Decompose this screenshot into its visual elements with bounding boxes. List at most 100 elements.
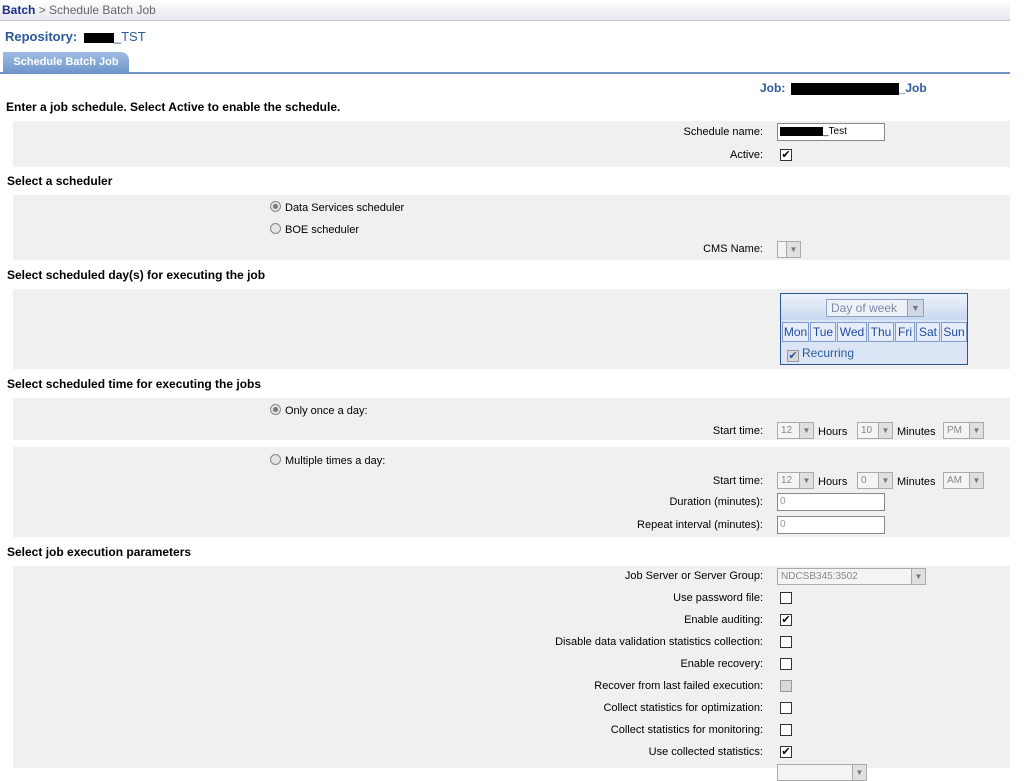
multiple-times-label: Multiple times a day: bbox=[285, 455, 386, 467]
active-checkbox[interactable]: ✔ bbox=[780, 149, 792, 161]
job-info: Job: _Job bbox=[760, 81, 927, 95]
recurring-label: Recurring bbox=[802, 346, 855, 360]
day-of-week-value: Day of week bbox=[831, 301, 898, 315]
multi-ampm-select[interactable]: AM ▼ bbox=[943, 472, 984, 489]
repository-label: Repository: bbox=[5, 29, 78, 44]
disable-validation-stats-checkbox[interactable] bbox=[780, 636, 792, 648]
multiple-times-radio[interactable] bbox=[270, 454, 281, 465]
once-hours-value: 12 bbox=[781, 425, 793, 436]
enable-auditing-label: Enable auditing: bbox=[684, 614, 763, 626]
chevron-down-icon: ▼ bbox=[969, 473, 983, 488]
job-server-select[interactable]: NDCSB345:3502 ▼ bbox=[777, 568, 926, 585]
repeat-interval-label: Repeat interval (minutes): bbox=[637, 519, 763, 531]
multi-minutes-value: 0 bbox=[861, 475, 867, 486]
use-password-file-checkbox[interactable] bbox=[780, 592, 792, 604]
once-ampm-select[interactable]: PM ▼ bbox=[943, 422, 984, 439]
recurring-option: ✔ Recurring bbox=[787, 346, 854, 362]
enable-recovery-label: Enable recovery: bbox=[680, 658, 763, 670]
chevron-down-icon: ▼ bbox=[799, 473, 813, 488]
day-fri[interactable]: Fri bbox=[895, 322, 915, 342]
boe-scheduler-radio[interactable] bbox=[270, 223, 281, 234]
once-minutes-select[interactable]: 10 ▼ bbox=[857, 422, 893, 439]
day-of-week-select[interactable]: Day of week ▼ bbox=[826, 299, 924, 317]
disable-validation-stats-label: Disable data validation statistics colle… bbox=[555, 636, 763, 648]
use-collected-stats-label: Use collected statistics: bbox=[648, 746, 763, 758]
multi-hours-unit-label: Hours bbox=[818, 476, 848, 488]
tab-schedule-batch-job[interactable]: Schedule Batch Job bbox=[3, 52, 129, 73]
cms-name-select[interactable]: ▼ bbox=[777, 241, 801, 258]
redacted-block bbox=[83, 32, 114, 43]
enable-auditing-checkbox[interactable]: ✔ bbox=[780, 614, 792, 626]
hours-unit-label: Hours bbox=[818, 426, 848, 438]
job-name: _Job bbox=[898, 81, 927, 95]
breadcrumb-current: Schedule Batch Job bbox=[49, 3, 156, 17]
chevron-down-icon: ▼ bbox=[786, 242, 800, 257]
time-heading: Select scheduled time for executing the … bbox=[7, 377, 262, 391]
day-sun[interactable]: Sun bbox=[941, 322, 967, 342]
data-services-scheduler-label: Data Services scheduler bbox=[285, 202, 405, 214]
chevron-down-icon: ▼ bbox=[852, 765, 866, 780]
collect-stats-monitoring-checkbox[interactable] bbox=[780, 724, 792, 736]
only-once-label: Only once a day: bbox=[285, 405, 368, 417]
redacted-block bbox=[780, 126, 823, 136]
redacted-block bbox=[790, 82, 899, 95]
chevron-down-icon: ▼ bbox=[878, 473, 892, 488]
chevron-down-icon: ▼ bbox=[969, 423, 983, 438]
boe-scheduler-label: BOE scheduler bbox=[285, 224, 359, 236]
job-server-value: NDCSB345:3502 bbox=[781, 571, 858, 582]
start-time-label: Start time: bbox=[712, 425, 763, 437]
repository-name: _TST bbox=[113, 29, 146, 44]
active-label: Active: bbox=[729, 149, 763, 161]
multi-ampm-value: AM bbox=[947, 475, 962, 486]
minutes-unit-label: Minutes bbox=[897, 426, 936, 438]
collect-stats-optimization-label: Collect statistics for optimization: bbox=[603, 702, 763, 714]
duration-input[interactable]: 0 bbox=[777, 493, 885, 511]
day-wed[interactable]: Wed bbox=[837, 322, 867, 342]
breadcrumb: Batch > Schedule Batch Job bbox=[0, 0, 1010, 21]
chevron-down-icon: ▼ bbox=[799, 423, 813, 438]
multi-start-time-label: Start time: bbox=[712, 475, 763, 487]
schedule-name-input[interactable]: _Test bbox=[777, 123, 885, 141]
multi-hours-select[interactable]: 12 ▼ bbox=[777, 472, 814, 489]
scheduler-heading: Select a scheduler bbox=[7, 174, 113, 188]
chevron-down-icon: ▼ bbox=[907, 300, 923, 316]
multi-minutes-select[interactable]: 0 ▼ bbox=[857, 472, 893, 489]
calendar-header: Day of week ▼ bbox=[781, 294, 967, 320]
only-once-radio[interactable] bbox=[270, 404, 281, 415]
intro-text: Enter a job schedule. Select Active to e… bbox=[6, 100, 341, 114]
cms-name-label: CMS Name: bbox=[703, 243, 763, 255]
data-services-scheduler-radio[interactable] bbox=[270, 201, 281, 212]
repeat-interval-input[interactable]: 0 bbox=[777, 516, 885, 534]
repository-info: Repository: _TST bbox=[5, 29, 146, 45]
day-of-week-picker: Day of week ▼ Mon Tue Wed Thu Fri Sat Su… bbox=[780, 293, 968, 365]
job-server-label: Job Server or Server Group: bbox=[624, 570, 763, 582]
day-thu[interactable]: Thu bbox=[868, 322, 894, 342]
once-ampm-value: PM bbox=[947, 425, 962, 436]
params-heading: Select job execution parameters bbox=[7, 545, 192, 559]
breadcrumb-batch-link[interactable]: Batch bbox=[2, 3, 35, 17]
multi-hours-value: 12 bbox=[781, 475, 793, 486]
breadcrumb-separator: > bbox=[38, 3, 46, 17]
once-hours-select[interactable]: 12 ▼ bbox=[777, 422, 814, 439]
use-collected-stats-checkbox[interactable]: ✔ bbox=[780, 746, 792, 758]
recover-last-failed-label: Recover from last failed execution: bbox=[594, 680, 763, 692]
scheduler-panel bbox=[13, 195, 1010, 260]
next-field-select[interactable]: ▼ bbox=[777, 764, 867, 781]
duration-label: Duration (minutes): bbox=[669, 496, 763, 508]
chevron-down-icon: ▼ bbox=[911, 569, 925, 584]
job-label: Job: bbox=[760, 81, 786, 95]
once-minutes-value: 10 bbox=[861, 425, 873, 436]
chevron-down-icon: ▼ bbox=[878, 423, 892, 438]
day-sat[interactable]: Sat bbox=[916, 322, 940, 342]
use-password-file-label: Use password file: bbox=[673, 592, 763, 604]
day-tue[interactable]: Tue bbox=[810, 322, 836, 342]
tab-strip: Schedule Batch Job bbox=[0, 52, 1010, 74]
multi-minutes-unit-label: Minutes bbox=[897, 476, 936, 488]
recover-last-failed-checkbox[interactable] bbox=[780, 680, 792, 692]
enable-recovery-checkbox[interactable] bbox=[780, 658, 792, 670]
recurring-checkbox[interactable]: ✔ bbox=[787, 350, 799, 362]
schedule-name-value: _Test bbox=[823, 126, 847, 137]
collect-stats-optimization-checkbox[interactable] bbox=[780, 702, 792, 714]
day-mon[interactable]: Mon bbox=[782, 322, 809, 342]
collect-stats-monitoring-label: Collect statistics for monitoring: bbox=[610, 724, 763, 736]
